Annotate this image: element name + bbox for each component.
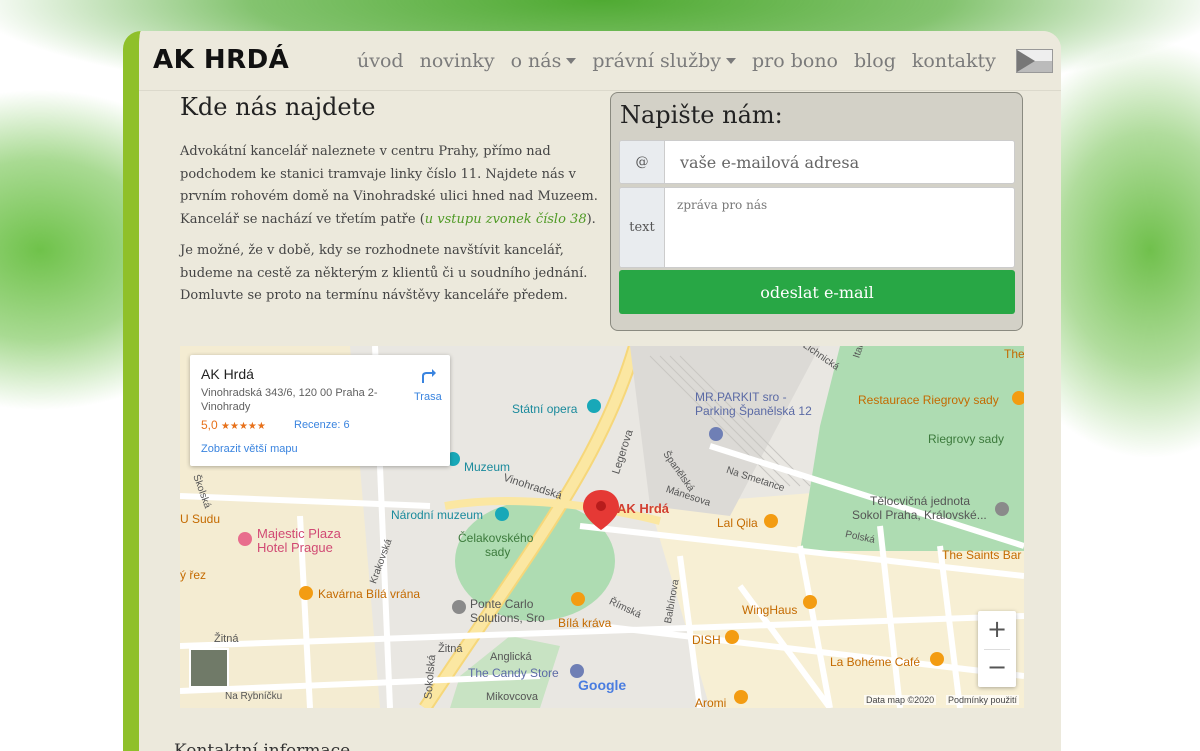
map-place-sokol-2[interactable]: Sokol Praha, Královské... xyxy=(852,508,987,522)
nav-menu: úvod novinky o nás právní služby pro bon… xyxy=(357,49,1061,73)
street-mikovcova: Mikovcova xyxy=(486,691,538,703)
map-place-u-sudu[interactable]: U Sudu xyxy=(180,512,220,526)
map-place-celakovskeho[interactable]: Čelakovského xyxy=(458,531,533,545)
map-place-majestic-2[interactable]: Hotel Prague xyxy=(257,540,333,555)
navbar: AK HRDÁ úvod novinky o nás právní služby… xyxy=(139,31,1061,91)
place-rating: 5,0 ★★★★★ xyxy=(201,418,266,432)
map-place-narodni[interactable]: Národní muzeum xyxy=(391,508,483,522)
place-address: Vinohradská 343/6, 120 00 Praha 2-Vinohr… xyxy=(201,387,378,413)
map-place-parkit[interactable]: MR.PARKIT sro - xyxy=(695,390,787,404)
map-place-rez[interactable]: ý řez xyxy=(180,568,206,582)
map-data-credit: Data map ©2020 xyxy=(864,695,937,705)
contact-form: Napište nám: @ vaše e-mailová adresa tex… xyxy=(610,92,1023,331)
email-input[interactable]: vaše e-mailová adresa xyxy=(665,141,1014,183)
map-place-winghaus[interactable]: WingHaus xyxy=(742,603,797,617)
directions-label[interactable]: Trasa xyxy=(414,391,442,403)
map-place-kavarna[interactable]: Kavárna Bílá vrána xyxy=(318,587,420,601)
nav-item-novinky[interactable]: novinky xyxy=(420,50,495,72)
nav-item-pravni-sluzby-label: právní služby xyxy=(592,50,721,72)
zoom-out-button[interactable]: − xyxy=(978,649,1016,687)
caret-down-icon xyxy=(726,58,736,64)
map-place-ponte[interactable]: Ponte Carlo xyxy=(470,597,533,611)
map-place-statni-opera[interactable]: Státní opera xyxy=(512,402,577,416)
nav-item-pravni-sluzby[interactable]: právní služby xyxy=(592,50,736,72)
nav-item-kontakty[interactable]: kontakty xyxy=(912,50,996,72)
directions-icon[interactable] xyxy=(419,367,436,383)
zoom-control: + − xyxy=(978,611,1016,687)
send-email-button[interactable]: odeslat e-mail xyxy=(619,270,1015,314)
page-frame: AK HRDÁ úvod novinky o nás právní služby… xyxy=(123,31,1061,751)
map-place-laboheme[interactable]: La Bohéme Café xyxy=(830,655,920,669)
map-place-majestic[interactable]: Majestic Plaza xyxy=(257,526,341,541)
message-input-group: text zpráva pro nás xyxy=(619,187,1015,268)
google-logo: Google xyxy=(578,677,627,693)
nav-item-pro-bono[interactable]: pro bono xyxy=(752,50,838,72)
message-textarea[interactable]: zpráva pro nás xyxy=(665,188,1014,267)
map-place-parkit-2[interactable]: Parking Španělská 12 xyxy=(695,404,812,418)
map-place-candy[interactable]: The Candy Store xyxy=(468,666,559,680)
email-addon: @ xyxy=(620,141,665,183)
map-place-muzeum[interactable]: Muzeum xyxy=(464,460,510,474)
cz-flag-icon[interactable] xyxy=(1015,49,1053,73)
street-anglicka: Anglická xyxy=(490,651,532,663)
place-info-card: AK Hrdá Vinohradská 343/6, 120 00 Praha … xyxy=(190,355,450,466)
satellite-toggle[interactable] xyxy=(190,649,228,687)
larger-map-link[interactable]: Zobrazit větší mapu xyxy=(201,443,298,455)
map-place-dish[interactable]: DISH xyxy=(692,633,721,647)
nav-item-uvod[interactable]: úvod xyxy=(357,50,404,72)
map-place-ponte-2[interactable]: Solutions, Sro xyxy=(470,611,545,625)
nav-item-blog[interactable]: blog xyxy=(854,50,896,72)
map-place-saints[interactable]: The Saints Bar xyxy=(942,548,1021,562)
nav-item-o-nas-label: o nás xyxy=(510,50,562,72)
reviews-link[interactable]: Recenze: 6 xyxy=(294,419,350,431)
street-na-rybnicku: Na Rybníčku xyxy=(225,691,283,702)
map-place-lal-qila[interactable]: Lal Qila xyxy=(717,516,758,530)
pin-label[interactable]: AK Hrdá xyxy=(617,501,669,516)
location-paragraph-1-end: ). xyxy=(586,211,596,227)
map-place-the[interactable]: The xyxy=(1004,347,1024,361)
contact-info-heading: Kontaktní informace xyxy=(174,741,351,751)
map-place-riegrovy[interactable]: Riegrovy sady xyxy=(928,432,1004,446)
street-zitna-2: Žitná xyxy=(438,643,463,655)
caret-down-icon xyxy=(566,58,577,64)
place-name: AK Hrdá xyxy=(201,366,254,382)
location-section: Kde nás najdete Advokátní kancelář nalez… xyxy=(180,93,600,317)
text-addon: text xyxy=(620,188,665,267)
google-map[interactable]: AK Hrdá Vinohradská 343/6, 120 00 Praha … xyxy=(180,346,1024,708)
map-place-aromi[interactable]: Aromi xyxy=(695,696,726,708)
doorbell-note: u vstupu zvonek číslo 38 xyxy=(424,211,587,227)
contact-title: Napište nám: xyxy=(620,101,783,129)
email-input-group: @ vaše e-mailová adresa xyxy=(619,140,1015,184)
location-paragraph-2: Je možné, že v době, kdy se rozhodnete n… xyxy=(180,243,588,303)
map-place-sokol[interactable]: Tělocvičná jednota xyxy=(870,494,970,508)
location-paragraph-1: Advokátní kancelář naleznete v centru Pr… xyxy=(180,141,600,231)
map-terms-link[interactable]: Podmínky použití xyxy=(946,695,1020,705)
rating-stars-icon: ★★★★★ xyxy=(221,421,266,432)
map-place-restaurace[interactable]: Restaurace Riegrovy sady xyxy=(858,393,999,407)
location-title: Kde nás najdete xyxy=(180,93,376,121)
rating-value: 5,0 xyxy=(201,418,218,432)
zoom-in-button[interactable]: + xyxy=(978,611,1016,649)
map-place-bila-krava[interactable]: Bílá kráva xyxy=(558,616,611,630)
nav-item-o-nas[interactable]: o nás xyxy=(511,50,577,72)
street-zitna-1: Žitná xyxy=(214,633,239,645)
map-place-celakovskeho-2[interactable]: sady xyxy=(485,545,510,559)
brand-logo[interactable]: AK HRDÁ xyxy=(153,45,289,75)
